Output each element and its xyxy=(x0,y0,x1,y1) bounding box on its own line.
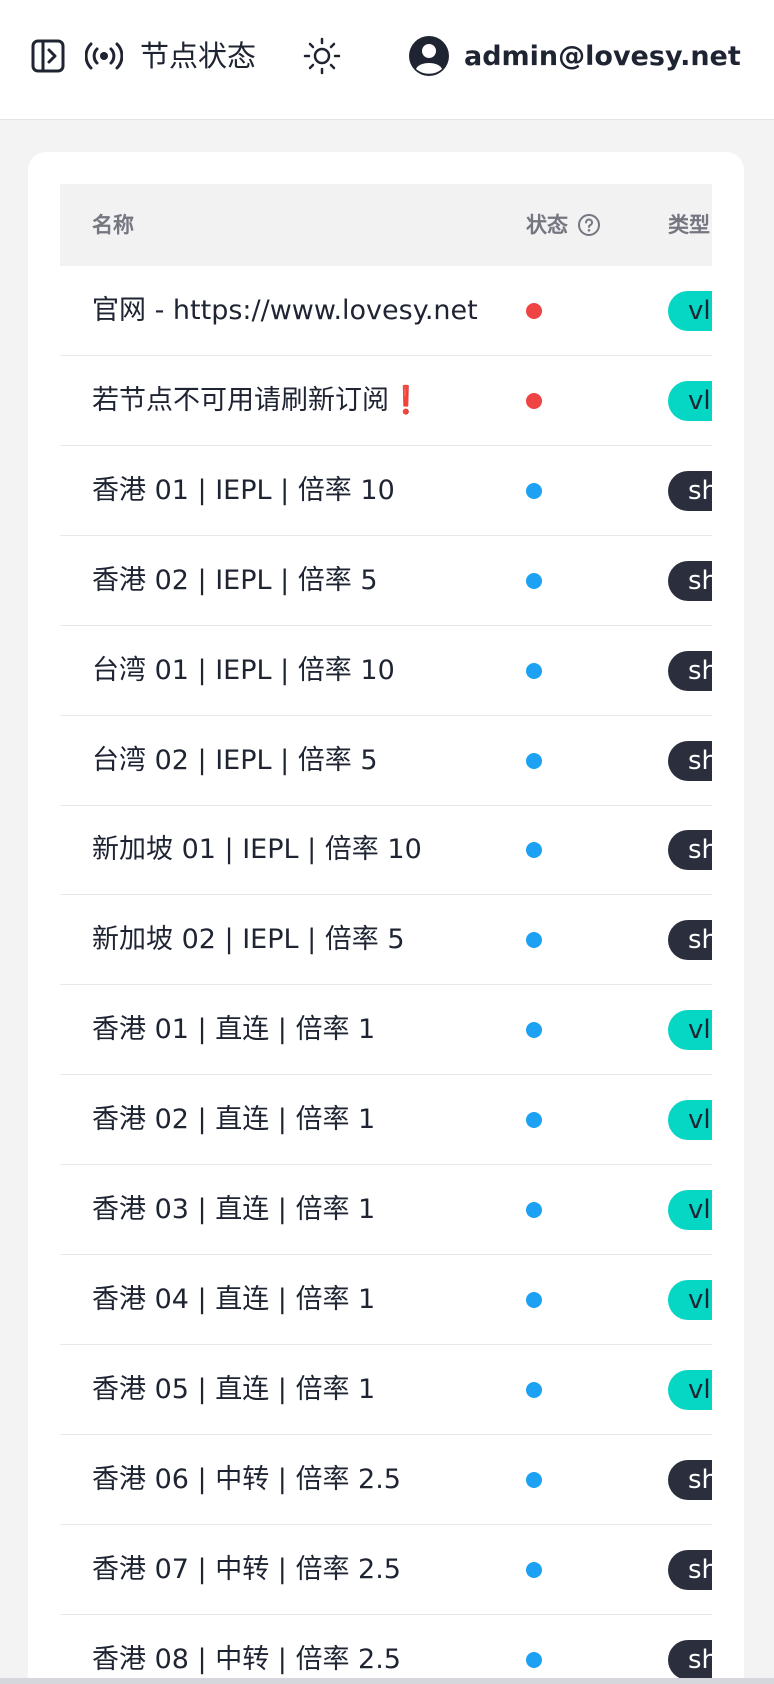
node-table[interactable]: 名称 状态 类型 官网 - https://www.lovesy.net vl 若节… xyxy=(60,184,712,1684)
node-name: 台湾 01 | IEPL | 倍率 10 xyxy=(92,626,395,716)
status-dot xyxy=(526,1112,542,1129)
node-name: 香港 06 | 中转 | 倍率 2.5 xyxy=(92,1435,401,1525)
user-email: admin@lovesy.net xyxy=(464,40,741,72)
type-badge: sh xyxy=(668,560,712,601)
type-badge: sh xyxy=(668,830,712,871)
node-name-text: 台湾 01 | IEPL | 倍率 10 xyxy=(92,654,395,686)
status-dot xyxy=(526,842,542,859)
status-dot xyxy=(526,1381,542,1398)
node-name-text: 香港 08 | 中转 | 倍率 2.5 xyxy=(92,1643,401,1675)
column-header-status-label: 状态 xyxy=(526,213,568,237)
status-dot xyxy=(526,1202,542,1218)
exclamation-icon: ❗ xyxy=(389,384,423,416)
user-avatar-icon xyxy=(408,35,450,77)
type-badge: sh xyxy=(668,1549,712,1590)
node-name-text: 香港 06 | 中转 | 倍率 2.5 xyxy=(92,1463,401,1495)
table-row[interactable]: 香港 02 | IEPL | 倍率 5 sh xyxy=(60,536,712,626)
table-row[interactable]: 香港 01 | 直连 | 倍率 1 vl xyxy=(60,985,712,1076)
table-header: 名称 状态 类型 xyxy=(60,184,712,266)
node-name-text: 香港 01 | IEPL | 倍率 10 xyxy=(92,474,395,506)
status-dot xyxy=(526,482,542,499)
page-title: 节点状态 xyxy=(140,39,257,73)
table-row[interactable]: 台湾 02 | IEPL | 倍率 5 sh xyxy=(60,716,712,806)
status-dot xyxy=(526,932,542,949)
node-name: 新加坡 01 | IEPL | 倍率 10 xyxy=(92,805,422,895)
column-header-status[interactable]: 状态 xyxy=(526,184,602,266)
table-row[interactable]: 香港 07 | 中转 | 倍率 2.5 sh xyxy=(60,1525,712,1615)
node-name: 若节点不可用请刷新订阅❗ xyxy=(92,356,423,446)
type-badge: sh xyxy=(668,470,712,511)
node-name-text: 香港 07 | 中转 | 倍率 2.5 xyxy=(92,1553,401,1585)
question-circle-icon[interactable] xyxy=(576,212,602,238)
status-dot xyxy=(526,1561,542,1578)
table-row[interactable]: 台湾 01 | IEPL | 倍率 10 sh xyxy=(60,626,712,716)
column-header-name[interactable]: 名称 xyxy=(92,184,134,266)
status-dot xyxy=(526,1651,542,1668)
type-badge: sh xyxy=(668,920,712,961)
status-dot xyxy=(526,392,542,409)
node-name-text: 香港 02 | 直连 | 倍率 1 xyxy=(92,1104,376,1136)
table-row[interactable]: 香港 02 | 直连 | 倍率 1 vl xyxy=(60,1075,712,1166)
node-name-text: 香港 04 | 直连 | 倍率 1 xyxy=(92,1283,376,1315)
top-bar: 节点状态 admin@lovesy.net xyxy=(0,0,774,120)
node-name-text: 香港 03 | 直连 | 倍率 1 xyxy=(92,1194,376,1225)
node-name: 香港 02 | 直连 | 倍率 1 xyxy=(92,1075,375,1165)
type-badge: vl xyxy=(668,1100,712,1141)
table-row[interactable]: 若节点不可用请刷新订阅❗ vl xyxy=(60,356,712,446)
node-name: 官网 - https://www.lovesy.net xyxy=(92,266,478,356)
status-dot xyxy=(526,303,542,319)
table-row[interactable]: 香港 03 | 直连 | 倍率 1 vl xyxy=(60,1165,712,1255)
table-row[interactable]: 香港 05 | 直连 | 倍率 1 vl xyxy=(60,1345,712,1435)
node-name-text: 新加坡 01 | IEPL | 倍率 10 xyxy=(92,834,422,866)
node-name-text: 新加坡 02 | IEPL | 倍率 5 xyxy=(92,924,405,956)
table-row[interactable]: 香港 04 | 直连 | 倍率 1 vl xyxy=(60,1255,712,1345)
sidebar-toggle-icon[interactable] xyxy=(28,36,68,76)
node-name: 香港 01 | IEPL | 倍率 10 xyxy=(92,446,395,536)
node-name: 台湾 02 | IEPL | 倍率 5 xyxy=(92,716,378,806)
table-row[interactable]: 新加坡 01 | IEPL | 倍率 10 sh xyxy=(60,805,712,896)
table-row[interactable]: 香港 08 | 中转 | 倍率 2.5 sh xyxy=(60,1615,712,1684)
type-badge: vl xyxy=(668,1279,712,1320)
table-row[interactable]: 官网 - https://www.lovesy.net vl xyxy=(60,266,712,356)
node-name: 新加坡 02 | IEPL | 倍率 5 xyxy=(92,895,405,985)
column-header-type[interactable]: 类型 xyxy=(668,184,710,266)
type-badge: vl xyxy=(668,380,712,421)
node-name: 香港 08 | 中转 | 倍率 2.5 xyxy=(92,1615,401,1684)
node-name: 香港 07 | 中转 | 倍率 2.5 xyxy=(92,1525,401,1615)
type-badge: vl xyxy=(668,1369,712,1410)
broadcast-signal-icon xyxy=(84,36,124,76)
status-dot xyxy=(526,572,542,589)
bottom-edge xyxy=(0,1678,774,1684)
type-badge: sh xyxy=(668,1639,712,1680)
user-menu[interactable]: admin@lovesy.net xyxy=(408,34,741,78)
node-name-text: 若节点不可用请刷新订阅 xyxy=(92,384,389,416)
status-dot xyxy=(526,1471,542,1488)
status-dot xyxy=(526,662,542,679)
status-dot xyxy=(526,752,542,769)
type-badge: vl xyxy=(668,1190,712,1230)
node-name-text: 香港 05 | 直连 | 倍率 1 xyxy=(92,1373,376,1405)
type-badge: sh xyxy=(668,650,712,691)
node-name-text: 官网 - https://www.lovesy.net xyxy=(92,295,478,326)
status-dot xyxy=(526,1291,542,1308)
status-dot xyxy=(526,1022,542,1039)
type-badge: sh xyxy=(668,740,712,781)
node-name: 香港 05 | 直连 | 倍率 1 xyxy=(92,1345,375,1435)
node-name-text: 台湾 02 | IEPL | 倍率 5 xyxy=(92,744,378,776)
node-name-text: 香港 01 | 直连 | 倍率 1 xyxy=(92,1014,376,1046)
table-row[interactable]: 香港 01 | IEPL | 倍率 10 sh xyxy=(60,446,712,536)
node-status-card: 名称 状态 类型 官网 - https://www.lovesy.net vl 若节… xyxy=(28,152,744,1684)
node-name-text: 香港 02 | IEPL | 倍率 5 xyxy=(92,564,378,596)
type-badge: sh xyxy=(668,1459,712,1500)
sun-icon[interactable] xyxy=(300,34,344,78)
node-name: 香港 01 | 直连 | 倍率 1 xyxy=(92,985,375,1075)
table-row[interactable]: 新加坡 02 | IEPL | 倍率 5 sh xyxy=(60,895,712,986)
node-name: 香港 03 | 直连 | 倍率 1 xyxy=(92,1165,375,1255)
node-name: 香港 02 | IEPL | 倍率 5 xyxy=(92,536,378,626)
type-badge: vl xyxy=(668,1010,712,1051)
type-badge: vl xyxy=(668,291,712,331)
node-name: 香港 04 | 直连 | 倍率 1 xyxy=(92,1255,375,1345)
table-row[interactable]: 香港 06 | 中转 | 倍率 2.5 sh xyxy=(60,1435,712,1525)
